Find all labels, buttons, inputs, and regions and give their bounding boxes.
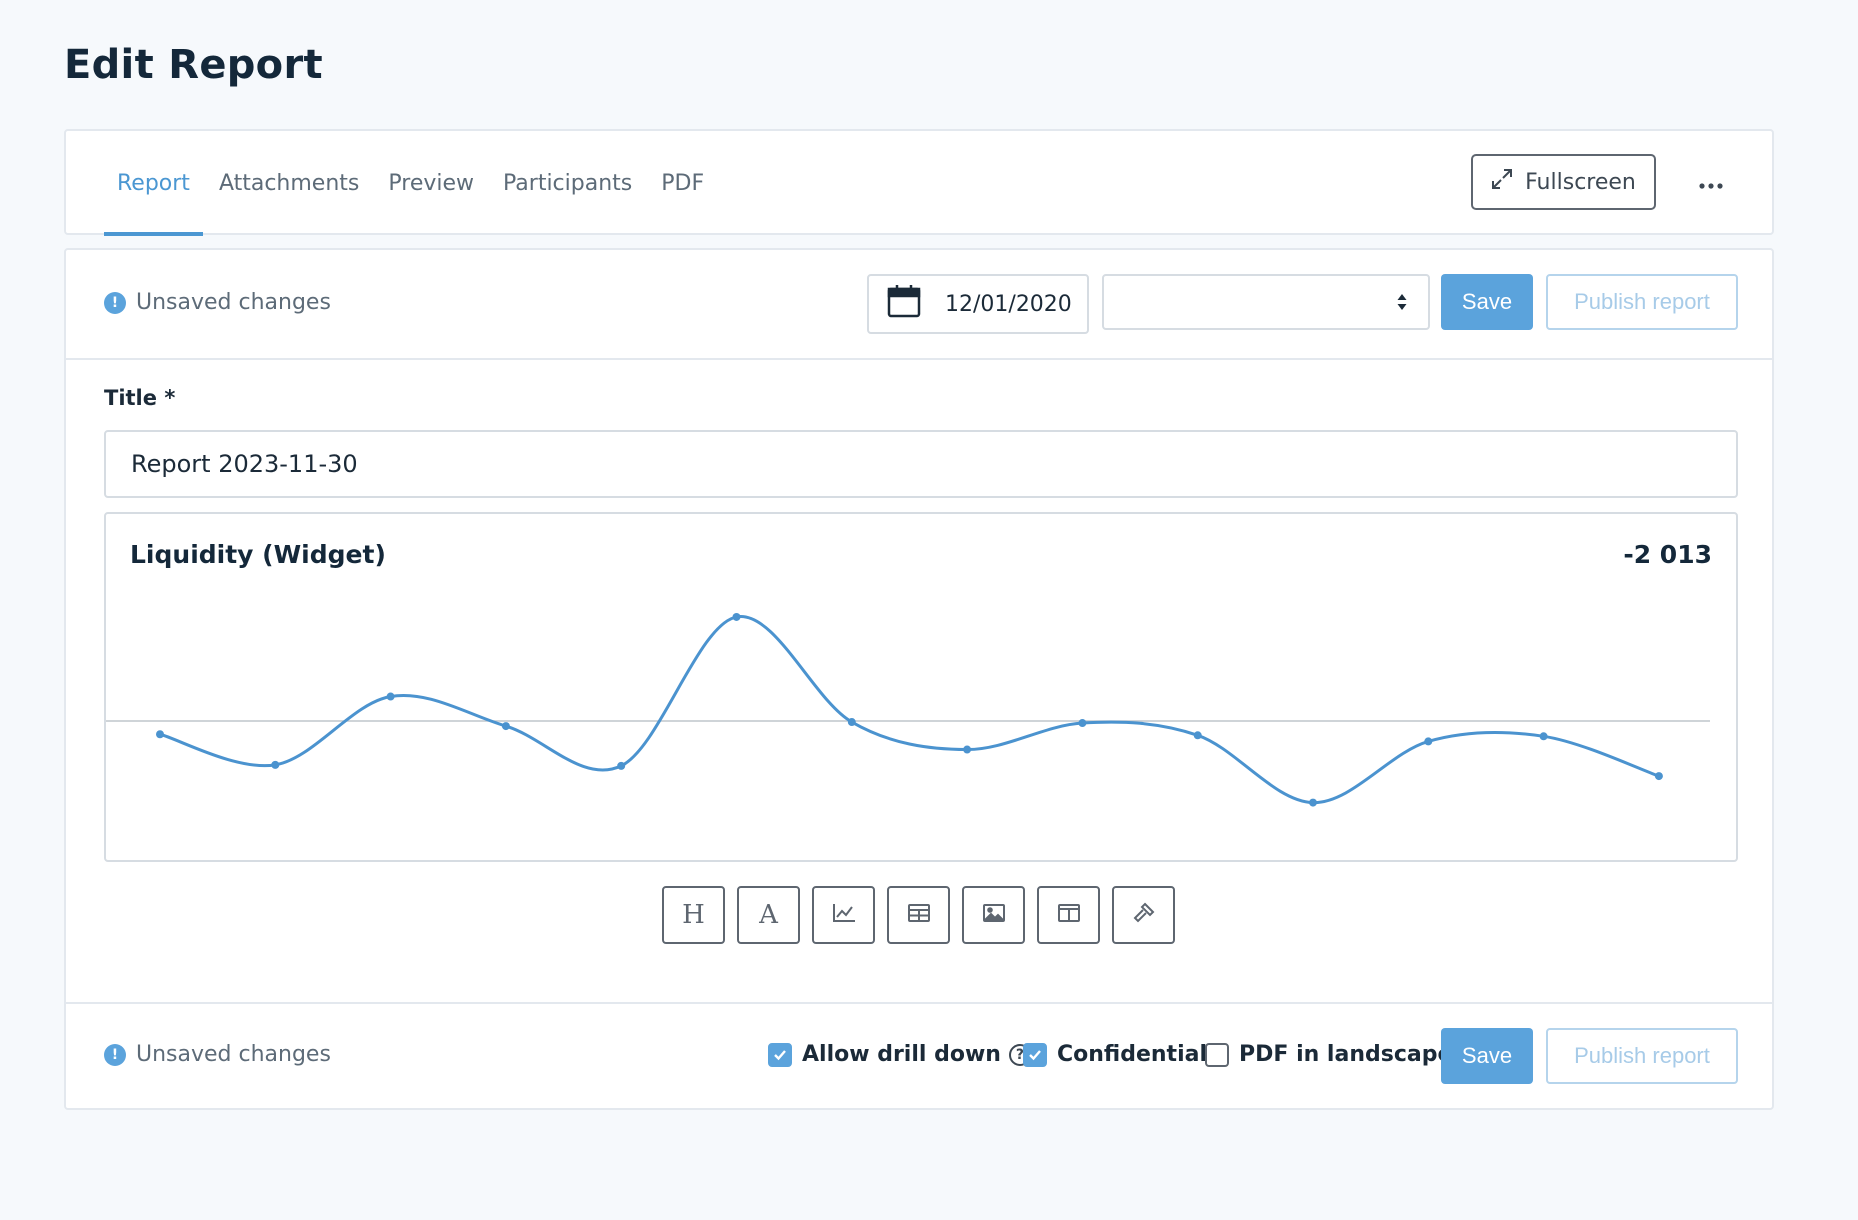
data-point xyxy=(617,761,626,770)
tab-participants[interactable]: Participants xyxy=(490,131,645,235)
unsaved-status-bottom: ! Unsaved changes xyxy=(104,1042,331,1067)
alert-icon: ! xyxy=(104,291,126,314)
title-input-value: Report 2023-11-30 xyxy=(131,450,358,478)
insert-table-button[interactable] xyxy=(887,886,950,944)
expand-icon xyxy=(1491,168,1513,196)
unsaved-label: Unsaved changes xyxy=(136,1042,331,1067)
data-point xyxy=(386,692,395,701)
page-title: Edit Report xyxy=(64,42,323,88)
data-point xyxy=(1078,719,1087,728)
tab-pdf[interactable]: PDF xyxy=(648,131,717,235)
tab-attachments[interactable]: Attachments xyxy=(206,131,372,235)
tab-bar: Report Attachments Preview Participants … xyxy=(104,131,720,236)
title-input[interactable]: Report 2023-11-30 xyxy=(104,430,1738,498)
pdf-landscape-option: PDF in landscape xyxy=(1205,1042,1452,1067)
insert-columns-button[interactable] xyxy=(1037,886,1100,944)
tab-preview[interactable]: Preview xyxy=(375,131,487,235)
allow-drill-down-checkbox[interactable] xyxy=(768,1042,792,1067)
table-icon xyxy=(907,903,931,927)
report-select[interactable] xyxy=(1102,274,1430,330)
data-point xyxy=(1539,732,1548,741)
heading-icon: H xyxy=(682,900,705,930)
bottom-toolbar: ! Unsaved changes Allow drill down ? Con… xyxy=(66,1002,1772,1110)
confidential-option: Confidential xyxy=(1023,1042,1207,1067)
series-line xyxy=(159,615,1660,805)
data-point xyxy=(1654,772,1663,781)
pdf-landscape-checkbox[interactable] xyxy=(1205,1042,1229,1067)
data-point xyxy=(1309,798,1317,807)
insert-toolbar: H A xyxy=(662,886,1175,944)
data-point xyxy=(732,612,741,621)
save-button-bottom[interactable]: Save xyxy=(1441,1028,1533,1084)
insert-chart-button[interactable] xyxy=(812,886,875,944)
allow-drill-down-label: Allow drill down xyxy=(802,1042,1001,1067)
data-point xyxy=(501,722,510,731)
date-picker[interactable]: 12/01/2020 xyxy=(867,274,1089,334)
data-point xyxy=(271,760,280,769)
sort-arrows-icon xyxy=(1396,292,1408,316)
save-button[interactable]: Save xyxy=(1441,274,1533,330)
text-icon: A xyxy=(759,900,778,930)
confidential-checkbox[interactable] xyxy=(1023,1042,1047,1067)
more-options-button[interactable] xyxy=(1686,161,1736,205)
date-value: 12/01/2020 xyxy=(945,291,1072,317)
liquidity-widget[interactable]: Liquidity (Widget) -2 013 xyxy=(104,512,1738,862)
hammer-icon xyxy=(1132,901,1156,929)
alert-icon: ! xyxy=(104,1043,126,1066)
top-toolbar: ! Unsaved changes 12/01/2020 Save Publis… xyxy=(66,250,1772,360)
columns-icon xyxy=(1057,903,1081,927)
report-editor-card: ! Unsaved changes 12/01/2020 Save Publis… xyxy=(64,248,1774,1110)
unsaved-label: Unsaved changes xyxy=(136,290,331,315)
data-point xyxy=(963,745,972,754)
data-point xyxy=(1424,737,1433,746)
data-point xyxy=(1193,731,1202,740)
unsaved-status: ! Unsaved changes xyxy=(104,290,331,315)
allow-drill-down-option: Allow drill down ? xyxy=(768,1042,1031,1067)
calendar-icon xyxy=(887,284,921,324)
publish-report-button-bottom[interactable]: Publish report xyxy=(1546,1028,1738,1084)
image-icon xyxy=(982,903,1006,927)
tabs-card: Report Attachments Preview Participants … xyxy=(64,129,1774,236)
fullscreen-button[interactable]: Fullscreen xyxy=(1471,154,1656,210)
insert-image-button[interactable] xyxy=(962,886,1025,944)
insert-text-button[interactable]: A xyxy=(737,886,800,944)
title-field-label: Title * xyxy=(104,386,176,410)
fullscreen-label: Fullscreen xyxy=(1525,169,1636,195)
liquidity-chart xyxy=(106,612,1710,807)
ellipsis-icon xyxy=(1699,174,1723,193)
data-point xyxy=(156,730,164,739)
insert-widget-button[interactable] xyxy=(1112,886,1175,944)
tab-report[interactable]: Report xyxy=(104,131,203,236)
data-point xyxy=(847,718,856,727)
insert-heading-button[interactable]: H xyxy=(662,886,725,944)
chart-icon xyxy=(832,903,856,927)
publish-report-button[interactable]: Publish report xyxy=(1546,274,1738,330)
confidential-label: Confidential xyxy=(1057,1042,1208,1067)
pdf-landscape-label: PDF in landscape xyxy=(1239,1042,1453,1067)
